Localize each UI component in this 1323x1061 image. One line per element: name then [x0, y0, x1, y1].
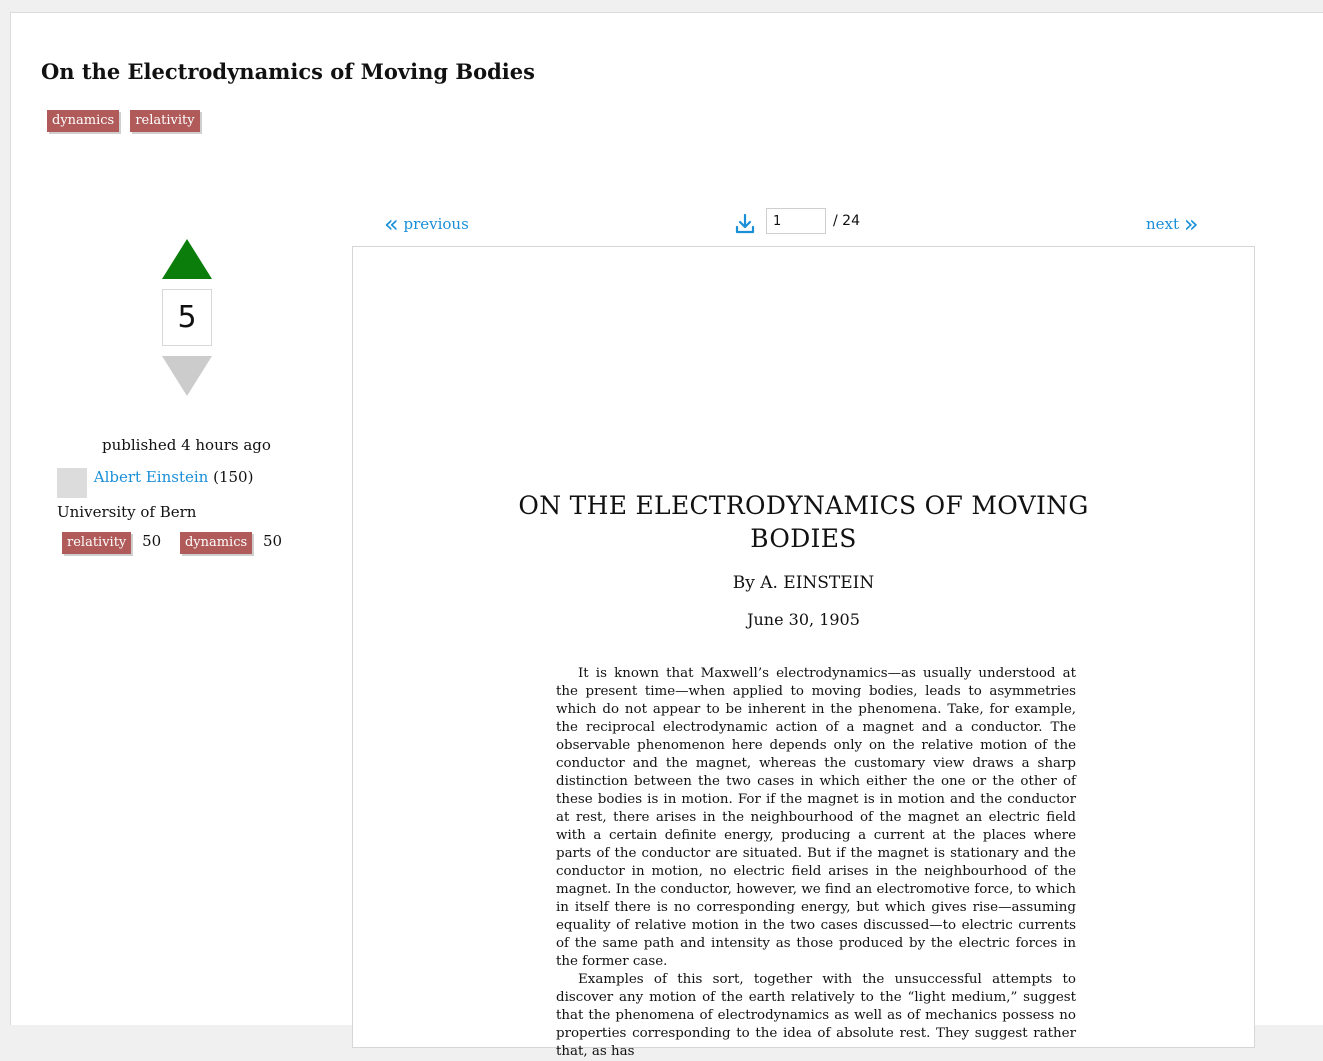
page-title: On the Electrodynamics of Moving Bodies — [41, 59, 535, 84]
tag-reputation-list: relativity 50 dynamics 50 — [62, 532, 296, 554]
author-affiliation: University of Bern — [57, 503, 197, 521]
reputation-score: 50 — [262, 532, 283, 550]
published-time: published 4 hours ago — [102, 436, 271, 454]
document-title: ON THE ELECTRODYNAMICS OF MOVING BODIES — [353, 489, 1254, 555]
upvote-arrow-icon[interactable] — [162, 239, 212, 279]
page-total: / 24 — [833, 213, 860, 229]
pdf-page[interactable]: ON THE ELECTRODYNAMICS OF MOVING BODIES … — [352, 246, 1255, 1059]
author-link[interactable]: Albert Einstein — [94, 468, 209, 486]
next-label: next — [1146, 215, 1180, 233]
author-reputation: (150) — [213, 468, 254, 486]
reputation-tag-dynamics[interactable]: dynamics — [179, 532, 253, 554]
vote-count: 5 — [162, 289, 212, 346]
document-title-line: BODIES — [750, 524, 857, 553]
author-row: Albert Einstein (150) — [57, 468, 253, 498]
document-title-line: ON THE ELECTRODYNAMICS OF MOVING — [518, 491, 1089, 520]
avatar — [57, 468, 87, 498]
previous-label: previous — [403, 215, 469, 233]
document-author: By A. EINSTEIN — [732, 573, 875, 593]
previous-page-button[interactable]: « previous — [384, 210, 469, 238]
reputation-tag-relativity[interactable]: relativity — [62, 532, 132, 554]
document-body: It is known that Maxwell’s electrodynami… — [556, 665, 1076, 1061]
tag-relativity[interactable]: relativity — [130, 110, 200, 132]
download-icon[interactable] — [735, 213, 755, 235]
tag-list: dynamics relativity — [47, 109, 206, 132]
page-sheet: On the Electrodynamics of Moving Bodies … — [10, 12, 1323, 1059]
document-date: June 30, 1905 — [747, 610, 860, 629]
document-paragraph: It is known that Maxwell’s electrodynami… — [556, 666, 1076, 969]
next-page-button[interactable]: next » — [1146, 210, 1199, 238]
page-number-input[interactable] — [766, 208, 826, 234]
chevrons-left-icon: « — [384, 210, 399, 238]
downvote-arrow-icon[interactable] — [162, 356, 212, 396]
reputation-score: 50 — [142, 532, 162, 550]
document-paragraph: Examples of this sort, together with the… — [556, 972, 1076, 1059]
tag-dynamics[interactable]: dynamics — [47, 110, 120, 132]
chevrons-right-icon: » — [1183, 210, 1199, 238]
